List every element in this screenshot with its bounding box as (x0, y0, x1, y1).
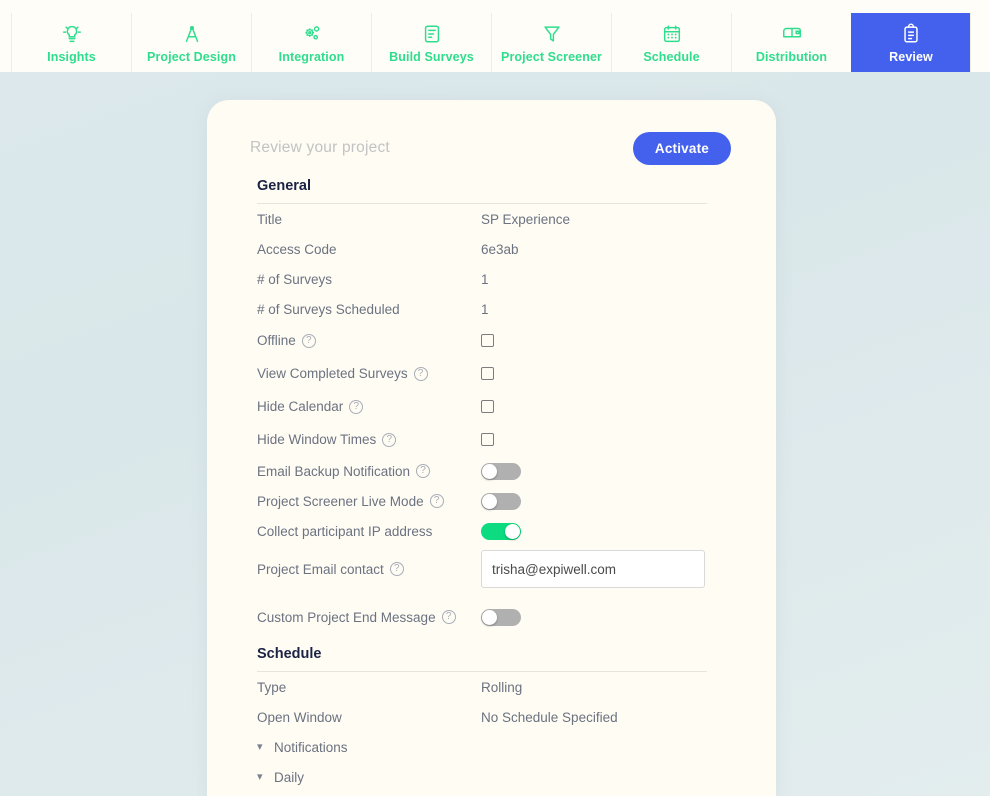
row-label: Type (257, 679, 287, 695)
row-project-email-contact: Project Email contact ? (257, 546, 731, 592)
row-label: # of Surveys (257, 271, 333, 287)
nav-label: Distribution (755, 49, 828, 64)
toggle-knob (505, 523, 520, 539)
row-label: Open Window (257, 709, 342, 725)
gears-icon (301, 22, 323, 46)
row-hide-window-times: Hide Window Times ? (257, 423, 731, 456)
row-label: Project Screener Live Mode (257, 493, 424, 509)
clipboard-icon (900, 22, 922, 46)
toggle-knob (482, 463, 497, 479)
row-label: Offline (257, 333, 296, 348)
page-title: Review your project (250, 139, 390, 156)
row-value: 1 (481, 301, 489, 317)
lightbulb-icon (61, 22, 83, 46)
email-backup-notification-toggle[interactable] (481, 462, 521, 480)
row-custom-project-end-message: Custom Project End Message ? (257, 602, 731, 632)
calendar-icon (661, 22, 683, 46)
collect-participant-ip-address-toggle[interactable] (481, 522, 521, 540)
document-icon (421, 22, 443, 46)
row-type: Type Rolling (257, 672, 731, 702)
row-project-screener-live-mode: Project Screener Live Mode ? (257, 486, 731, 516)
row-label: Hide Calendar (257, 399, 344, 414)
row-label: Project Email contact (257, 561, 384, 577)
nav-item-project-screener[interactable]: Project Screener (491, 13, 611, 72)
nav-item-integration[interactable]: Integration (251, 13, 371, 72)
row-label: # of Surveys Scheduled (257, 301, 400, 317)
help-icon[interactable]: ? (301, 333, 316, 348)
row-label: Access Code (257, 241, 337, 257)
row-label: Title (257, 211, 283, 227)
review-panel: Review your project Activate General Tit… (207, 100, 776, 796)
help-icon[interactable]: ? (441, 610, 456, 624)
offline-checkbox[interactable] (481, 334, 494, 347)
row-number-of-surveys-scheduled: # of Surveys Scheduled 1 (257, 294, 731, 324)
help-icon[interactable]: ? (413, 366, 428, 381)
chevron-down-icon: ▾ (257, 770, 263, 783)
help-icon[interactable]: ? (416, 464, 431, 478)
funnel-icon (541, 22, 563, 46)
nav-item-build-surveys[interactable]: Build Surveys (371, 13, 491, 72)
row-label: Custom Project End Message (257, 609, 436, 625)
hide-calendar-checkbox[interactable] (481, 400, 494, 413)
nav-label: Project Screener (501, 49, 602, 64)
row-label: View Completed Surveys (257, 366, 408, 381)
mailbox-icon (781, 22, 803, 46)
nav-item-insights[interactable]: Insights (11, 13, 131, 72)
row-number-of-surveys: # of Surveys 1 (257, 264, 731, 294)
help-icon[interactable]: ? (389, 562, 404, 576)
card-header: Review your project Activate (250, 128, 731, 168)
activate-button[interactable]: Activate (632, 131, 731, 165)
section-heading-general: General (257, 178, 311, 194)
row-collect-participant-ip-address: Collect participant IP address (257, 516, 731, 546)
row-label: Collect participant IP address (257, 523, 433, 539)
row-email-backup-notification: Email Backup Notification ? (257, 456, 731, 486)
row-offline: Offline ? (257, 324, 731, 357)
nav-label: Build Surveys (389, 49, 474, 64)
row-value: SP Experience (481, 211, 571, 227)
row-title: Title SP Experience (257, 204, 731, 234)
project-screener-live-mode-toggle[interactable] (481, 492, 521, 510)
help-icon[interactable]: ? (349, 399, 364, 414)
collapsible-notifications[interactable]: ▾ Notifications (257, 732, 731, 762)
nav-item-review[interactable]: Review (851, 13, 971, 72)
main-navigation-bar: Insights Project Design Integration Buil… (0, 0, 990, 72)
chevron-down-icon: ▾ (257, 740, 263, 753)
row-value: 6e3ab (481, 241, 519, 257)
row-open-window: Open Window No Schedule Specified (257, 702, 731, 732)
nav-item-schedule[interactable]: Schedule (611, 13, 731, 72)
collapsible-label: Daily (274, 769, 305, 785)
view-completed-surveys-checkbox[interactable] (481, 367, 494, 380)
toggle-knob (482, 493, 497, 509)
nav-label: Review (889, 49, 933, 64)
toggle-knob (482, 609, 497, 625)
section-heading-schedule: Schedule (257, 646, 322, 662)
row-value: No Schedule Specified (481, 709, 618, 725)
nav-label: Insights (47, 49, 96, 64)
compass-icon (181, 22, 203, 46)
nav-label: Project Design (147, 49, 236, 64)
help-icon[interactable]: ? (382, 432, 397, 447)
nav-item-distribution[interactable]: Distribution (731, 13, 851, 72)
help-icon[interactable]: ? (429, 494, 444, 508)
row-label: Hide Window Times (257, 432, 377, 447)
collapsible-daily[interactable]: ▾ Daily (257, 762, 731, 792)
row-value: 1 (481, 271, 489, 287)
row-label: Email Backup Notification (257, 463, 411, 479)
row-access-code: Access Code 6e3ab (257, 234, 731, 264)
project-email-contact-input[interactable] (481, 550, 705, 588)
nav-label: Integration (278, 49, 345, 64)
nav-item-project-design[interactable]: Project Design (131, 13, 251, 72)
collapsible-label: Notifications (274, 739, 348, 755)
row-hide-calendar: Hide Calendar ? (257, 390, 731, 423)
schedule-rows: Type Rolling Open Window No Schedule Spe… (257, 672, 731, 792)
nav-label: Schedule (643, 49, 700, 64)
row-view-completed-surveys: View Completed Surveys ? (257, 357, 731, 390)
hide-window-times-checkbox[interactable] (481, 433, 494, 446)
row-value: Rolling (481, 679, 523, 695)
custom-project-end-message-toggle[interactable] (481, 608, 521, 626)
general-rows: Title SP Experience Access Code 6e3ab # … (257, 204, 731, 632)
